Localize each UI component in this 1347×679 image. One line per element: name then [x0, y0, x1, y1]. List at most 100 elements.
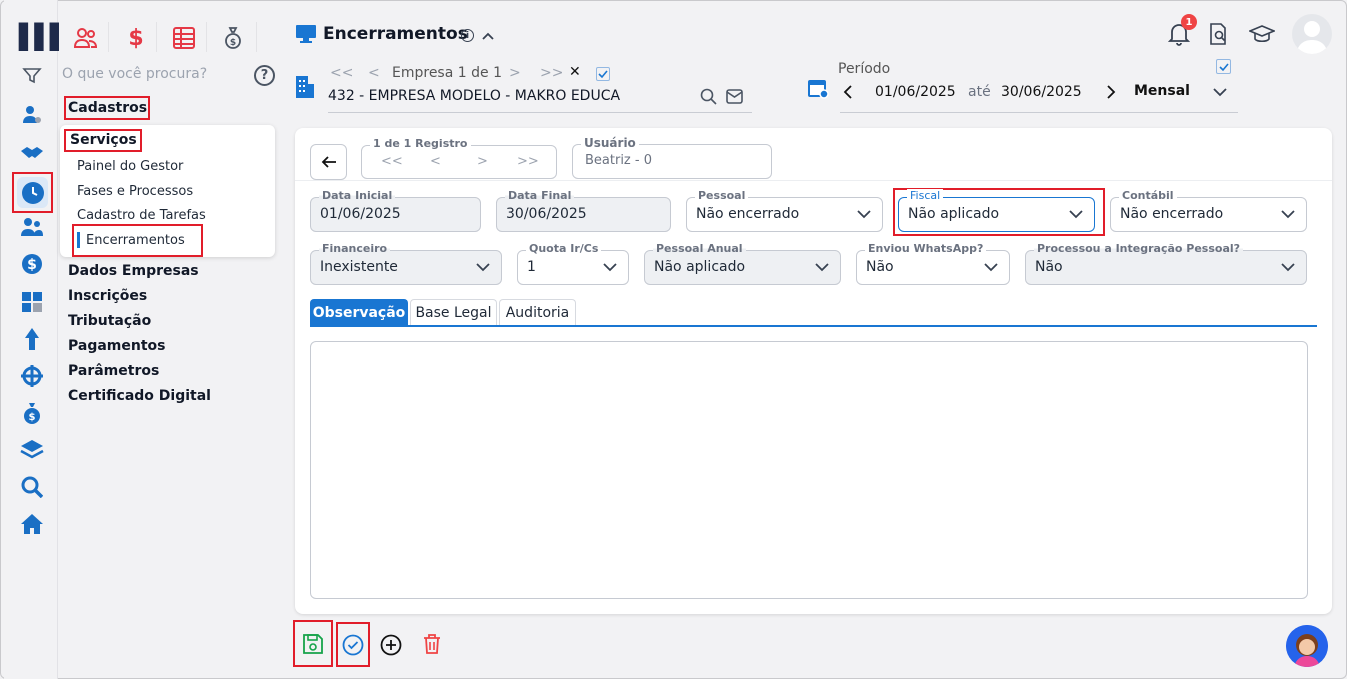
quota-select[interactable]: Quota Ir/Cs 1	[517, 242, 629, 285]
menu-pagamentos[interactable]: Pagamentos	[68, 338, 166, 354]
filter-icon[interactable]	[18, 62, 46, 90]
dollar-icon[interactable]: $	[18, 250, 46, 278]
save-icon[interactable]	[302, 633, 324, 659]
spreadsheet-quick-icon[interactable]	[170, 24, 198, 52]
integracao-label: Processou a Integração Pessoal?	[1034, 242, 1244, 255]
search-icon[interactable]	[700, 88, 717, 109]
help-icon[interactable]: ?	[254, 65, 275, 86]
ate-label: até	[968, 84, 991, 100]
page-title: Encerramentos	[323, 24, 468, 44]
tab-observacao[interactable]: Observação	[310, 299, 408, 326]
menu-certificado-digital[interactable]: Certificado Digital	[68, 388, 211, 404]
document-search-icon[interactable]	[1209, 23, 1229, 49]
observacao-textarea[interactable]	[310, 341, 1308, 599]
data-inicial-label: Data Inicial	[319, 189, 396, 202]
network-icon[interactable]	[18, 362, 46, 390]
data-final-field[interactable]: Data Final 30/06/2025	[496, 189, 671, 232]
empresa-next-button[interactable]: >	[509, 65, 521, 81]
users-quick-icon[interactable]	[72, 24, 100, 52]
fiscal-label: Fiscal	[907, 189, 944, 202]
periodo-prev-button[interactable]	[843, 84, 853, 104]
empresa-last-button[interactable]: >>	[540, 65, 563, 81]
whatsapp-value: Não	[866, 259, 894, 275]
chevron-down-icon	[857, 210, 871, 219]
info-icon[interactable]: i	[461, 29, 474, 42]
clock-icon[interactable]	[17, 177, 48, 208]
handshake-icon[interactable]	[18, 139, 46, 167]
data-final-label: Data Final	[505, 189, 575, 202]
chevron-down-icon	[1069, 210, 1083, 219]
empresa-first-button[interactable]: <<	[330, 65, 353, 81]
periodo-next-button[interactable]	[1106, 84, 1116, 104]
fiscal-value: Não aplicado	[908, 206, 1000, 222]
menu-cadastro-de-tarefas[interactable]: Cadastro de Tarefas	[77, 208, 206, 223]
menu-servicos[interactable]: Serviços	[70, 132, 137, 148]
empresa-checkbox[interactable]	[596, 67, 610, 81]
date-to[interactable]: 30/06/2025	[1001, 84, 1082, 100]
tab-auditoria[interactable]: Auditoria	[499, 299, 576, 326]
fiscal-select[interactable]: Fiscal Não aplicado	[898, 189, 1095, 232]
pessoal-select[interactable]: Pessoal Não encerrado	[686, 189, 883, 232]
chevron-up-icon[interactable]	[481, 28, 495, 47]
menu-encerramentos[interactable]: Encerramentos	[86, 233, 185, 248]
period-type-select[interactable]: Mensal	[1134, 83, 1190, 99]
record-prev-button[interactable]: <	[430, 154, 441, 169]
layers-icon[interactable]	[18, 436, 46, 464]
record-last-button[interactable]: >>	[517, 154, 539, 169]
tree-icon[interactable]	[18, 325, 46, 353]
menu-dados-empresas[interactable]: Dados Empresas	[68, 263, 199, 279]
menu-search-input[interactable]: O que você procura?	[62, 66, 207, 82]
money-bag-icon[interactable]: $	[18, 399, 46, 427]
contabil-label: Contábil	[1119, 189, 1177, 202]
active-indicator	[77, 232, 80, 248]
empresa-name[interactable]: 432 - EMPRESA MODELO - MAKRO EDUCA	[328, 88, 620, 104]
svg-text:$: $	[230, 38, 236, 48]
integracao-select[interactable]: Processou a Integração Pessoal? Não	[1025, 242, 1307, 285]
data-inicial-field[interactable]: Data Inicial 01/06/2025	[310, 189, 481, 232]
empresa-counter: Empresa 1 de 1	[392, 65, 502, 81]
user-avatar[interactable]	[1292, 14, 1332, 54]
contabil-value: Não encerrado	[1120, 206, 1224, 222]
chevron-down-icon[interactable]	[1212, 84, 1228, 103]
record-label: 1 de 1 Registro	[370, 137, 471, 150]
home-icon[interactable]	[18, 510, 46, 538]
chevron-down-icon	[815, 263, 829, 272]
financeiro-select[interactable]: Financeiro Inexistente	[310, 242, 502, 285]
back-button[interactable]	[310, 144, 347, 180]
assistant-avatar[interactable]	[1286, 625, 1328, 667]
search-icon[interactable]	[18, 473, 46, 501]
periodo-checkbox[interactable]	[1216, 59, 1231, 74]
users-icon[interactable]	[18, 213, 46, 241]
menu-painel-do-gestor[interactable]: Painel do Gestor	[77, 159, 183, 174]
mail-icon[interactable]	[726, 89, 743, 108]
contabil-select[interactable]: Contábil Não encerrado	[1110, 189, 1307, 232]
record-first-button[interactable]: <<	[381, 154, 403, 169]
menu-fases-e-processos[interactable]: Fases e Processos	[77, 184, 193, 199]
trash-icon[interactable]	[422, 633, 442, 659]
menu-cadastros[interactable]: Cadastros	[68, 100, 147, 116]
empresa-prev-button[interactable]: <	[368, 65, 380, 81]
app-logo[interactable]: ▌▌▌	[19, 22, 68, 51]
dollar-quick-icon[interactable]: $	[122, 24, 150, 52]
whatsapp-label: Enviou WhatsApp?	[865, 242, 987, 255]
data-final-value: 30/06/2025	[506, 206, 587, 222]
calculator-icon[interactable]	[18, 288, 46, 316]
whatsapp-select[interactable]: Enviou WhatsApp? Não	[856, 242, 1010, 285]
svg-text:$: $	[27, 257, 37, 273]
clear-empresa-button[interactable]: ✕	[569, 64, 581, 80]
add-circle-icon[interactable]	[380, 634, 402, 660]
graduation-cap-icon[interactable]	[1247, 24, 1277, 50]
record-next-button[interactable]: >	[477, 154, 488, 169]
menu-inscricoes[interactable]: Inscrições	[68, 288, 147, 304]
menu-tributacao[interactable]: Tributação	[68, 313, 151, 329]
menu-parametros[interactable]: Parâmetros	[68, 363, 159, 379]
money-bag-quick-icon[interactable]: $	[219, 24, 247, 52]
pessoal-value: Não encerrado	[696, 206, 800, 222]
building-icon	[296, 74, 314, 102]
user-gear-icon[interactable]	[18, 101, 46, 129]
check-circle-icon[interactable]	[342, 634, 364, 660]
pessoal-anual-select[interactable]: Pessoal Anual Não aplicado	[644, 242, 841, 285]
quota-value: 1	[527, 259, 536, 275]
tab-base-legal[interactable]: Base Legal	[410, 299, 497, 326]
date-from[interactable]: 01/06/2025	[875, 84, 956, 100]
